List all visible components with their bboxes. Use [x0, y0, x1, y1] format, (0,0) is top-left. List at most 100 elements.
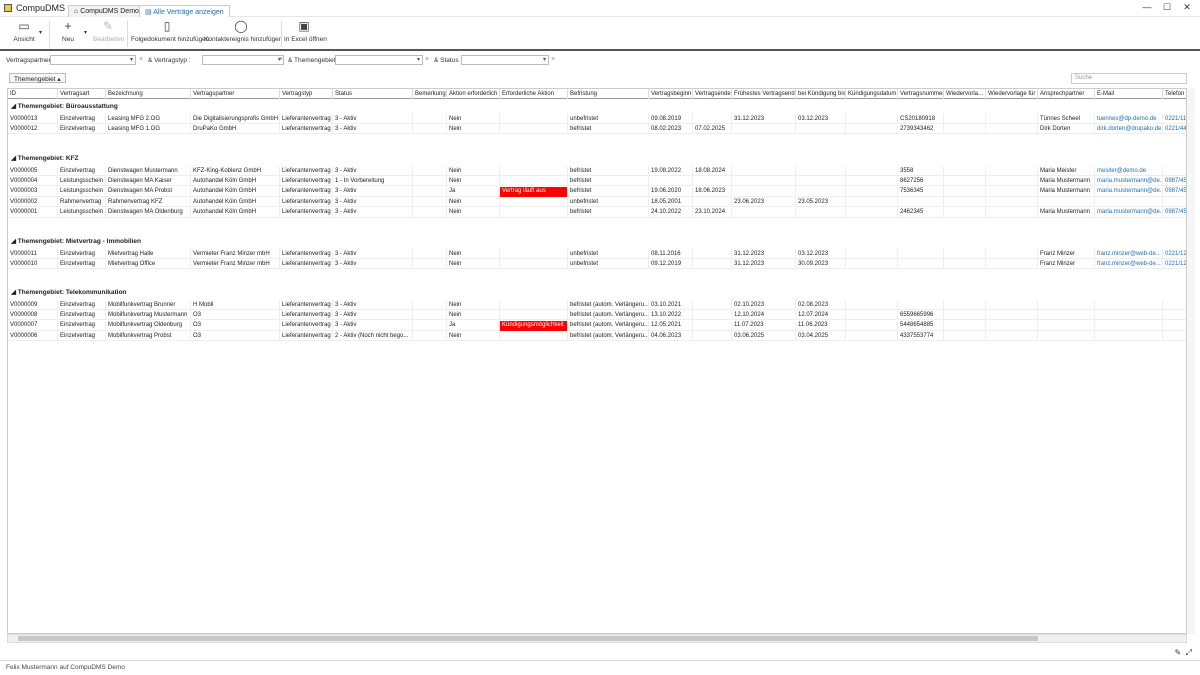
kontaktereignis-button[interactable]: ◯ Kontaktereignis hinzufügen	[204, 19, 282, 49]
close-button[interactable]: ✕	[1180, 2, 1194, 14]
column-header[interactable]: Kündigungsdatum	[846, 89, 898, 99]
column-header[interactable]: ID	[8, 89, 58, 99]
phone-link[interactable]	[1163, 310, 1186, 320]
phone-link[interactable]: 0221/44	[1163, 124, 1186, 134]
column-header[interactable]: Frühestes Vertragsende	[732, 89, 796, 99]
table-row[interactable]: V0000004 Leistungsschein Dienstwagen MA Ka…	[8, 176, 1186, 187]
table-cell: Einzelvertrag	[58, 310, 106, 321]
maximize-button[interactable]: ☐	[1160, 2, 1174, 14]
group-header[interactable]: ◢ Themengebiet: KFZ	[8, 153, 1186, 163]
email-link[interactable]: maria.mustermann@de...	[1095, 176, 1163, 187]
column-header[interactable]: Vertragsende	[693, 89, 732, 99]
email-link[interactable]: tuennes@dp-demo.de	[1095, 114, 1163, 124]
column-header[interactable]: Befristung	[568, 89, 649, 99]
email-link[interactable]: dirk.dorten@drupako.de	[1095, 124, 1163, 135]
table-row[interactable]: V0000001 Leistungsschein Dienstwagen MA Ol…	[8, 207, 1186, 218]
themengebiet-select[interactable]: ▾	[335, 55, 423, 65]
table-cell: 03.12.2023	[796, 114, 846, 124]
column-header[interactable]: Vertragstyp	[280, 89, 333, 99]
column-header[interactable]: Vertragsbeginn	[649, 89, 693, 99]
table-cell	[944, 124, 986, 135]
column-header[interactable]: Wiedervorlage für	[986, 89, 1038, 99]
table-row[interactable]: V0000007 Einzelvertrag Mobilfunkvertrag Ol…	[8, 320, 1186, 331]
column-header[interactable]: Vertragspartner	[191, 89, 280, 99]
phone-link[interactable]	[1163, 300, 1186, 310]
column-header[interactable]: Bemerkung	[413, 89, 447, 99]
email-link[interactable]: maria.mustermann@de...	[1095, 207, 1163, 218]
phone-link[interactable]: 0221/12	[1163, 249, 1186, 259]
group-header[interactable]: ◢ Themengebiet: Telekommunikation	[8, 287, 1186, 297]
table-row[interactable]: V0000010 Einzelvertrag Mietvertrag Office V…	[8, 259, 1186, 270]
status-select[interactable]: ▾	[461, 55, 549, 65]
neu-label: Neu	[62, 36, 74, 43]
email-link[interactable]	[1095, 320, 1163, 331]
phone-link[interactable]: 0987/45	[1163, 187, 1186, 197]
table-cell: Einzelvertrag	[58, 114, 106, 124]
email-link[interactable]	[1095, 300, 1163, 310]
minimize-button[interactable]: —	[1140, 2, 1154, 14]
table-cell: Nein	[447, 166, 500, 176]
phone-link[interactable]	[1163, 331, 1186, 341]
clear-status-icon[interactable]: ×	[551, 56, 555, 63]
excel-button[interactable]: ▣ In Excel öffnen	[284, 19, 327, 49]
scroll-thumb[interactable]	[18, 636, 1038, 641]
group-chip-themengebiet[interactable]: Themengebiet ▴	[9, 73, 66, 83]
group-header[interactable]: ◢ Themengebiet: Mietvertrag - Immobilien	[8, 236, 1186, 246]
table-row[interactable]: V0000011 Einzelvertrag Mietvertrag Halle Ve…	[8, 249, 1186, 259]
table-row[interactable]: V0000005 Einzelvertrag Dienstwagen Musterm…	[8, 166, 1186, 176]
phone-link[interactable]: 0987/45	[1163, 208, 1186, 218]
tab-compudms-demo[interactable]: ⌂ CompuDMS Demo	[68, 5, 145, 17]
vertragspartner-select[interactable]: ▾	[50, 55, 136, 65]
email-link[interactable]	[1095, 310, 1163, 321]
vertical-scrollbar[interactable]	[1187, 88, 1195, 634]
ansicht-button[interactable]: ▭ Ansicht	[8, 19, 40, 49]
bearbeiten-button[interactable]: ✎ Bearbeiten	[93, 19, 124, 49]
column-header[interactable]: E-Mail	[1095, 89, 1163, 99]
vertragstyp-select[interactable]: ▾	[202, 55, 284, 65]
table-row[interactable]: V0000008 Einzelvertrag Mobilfunkvertrag Mu…	[8, 310, 1186, 321]
table-row[interactable]: V0000003 Leistungsschein Dienstwagen MA Pr…	[8, 186, 1186, 197]
phone-link[interactable]: 0221/11	[1163, 114, 1186, 124]
phone-link[interactable]: 0221/12	[1163, 259, 1186, 269]
column-header[interactable]: Status	[333, 89, 413, 99]
table-row[interactable]: V0000012 Einzelvertrag Leasing MFG 1.OG Dru…	[8, 124, 1186, 135]
search-input[interactable]: Suche	[1071, 73, 1187, 84]
horizontal-scrollbar[interactable]	[7, 634, 1187, 643]
edit-icon[interactable]: ✎	[1174, 648, 1181, 657]
tab-alle-vertraege[interactable]: ▤ Alle Verträge anzeigen	[139, 5, 230, 17]
clear-vertragspartner-icon[interactable]: ×	[139, 56, 143, 63]
phone-link[interactable]	[1163, 197, 1186, 207]
column-header[interactable]: Vertragsnummer	[898, 89, 944, 99]
phone-link[interactable]	[1163, 321, 1186, 331]
table-cell: 02.10.2023	[732, 300, 796, 310]
table-cell	[732, 124, 796, 135]
email-link[interactable]: maria.mustermann@de...	[1095, 186, 1163, 197]
group-header[interactable]: ◢ Themengebiet: Büroausstattung	[8, 101, 1186, 111]
phone-link[interactable]: 0987/45	[1163, 176, 1186, 186]
table-row[interactable]: V0000002 Rahmenvertrag Rahmenvertrag KFZ Au…	[8, 197, 1186, 208]
column-header[interactable]: Vertragsart	[58, 89, 106, 99]
table-row[interactable]: V0000013 Einzelvertrag Leasing MFG 2.OG Die…	[8, 114, 1186, 124]
column-header[interactable]: Telefon	[1163, 89, 1186, 99]
neu-button[interactable]: + Neu	[56, 19, 80, 49]
clear-themengebiet-icon[interactable]: ×	[425, 56, 429, 63]
clear-vertragstyp-icon[interactable]: ×	[279, 56, 283, 63]
folgedokument-label: Folgedokument hinzufügen	[131, 36, 210, 43]
email-link[interactable]: franz.minzer@web-de...	[1095, 249, 1163, 259]
email-link[interactable]	[1095, 197, 1163, 208]
table-cell: Autohandel Köln GmbH	[191, 207, 280, 218]
table-row[interactable]: V0000006 Einzelvertrag Mobilfunkvertrag Pr…	[8, 331, 1186, 342]
column-header[interactable]: Aktion erforderlich	[447, 89, 500, 99]
expand-icon[interactable]: ⤢	[1186, 648, 1192, 657]
column-header[interactable]: Wiedervorla...	[944, 89, 986, 99]
table-row[interactable]: V0000009 Einzelvertrag Mobilfunkvertrag Br…	[8, 300, 1186, 310]
email-link[interactable]	[1095, 331, 1163, 342]
email-link[interactable]: mesiter@demo.de	[1095, 166, 1163, 176]
folgedokument-button[interactable]: ▯ Folgedokument hinzufügen	[131, 19, 209, 49]
column-header[interactable]: bei Kündigung bis	[796, 89, 846, 99]
column-header[interactable]: Erforderliche Aktion	[500, 89, 568, 99]
phone-link[interactable]	[1163, 166, 1186, 176]
column-header[interactable]: Bezeichnung	[106, 89, 191, 99]
column-header[interactable]: Ansprechpartner	[1038, 89, 1095, 99]
email-link[interactable]: franz.minzer@web-de...	[1095, 259, 1163, 270]
